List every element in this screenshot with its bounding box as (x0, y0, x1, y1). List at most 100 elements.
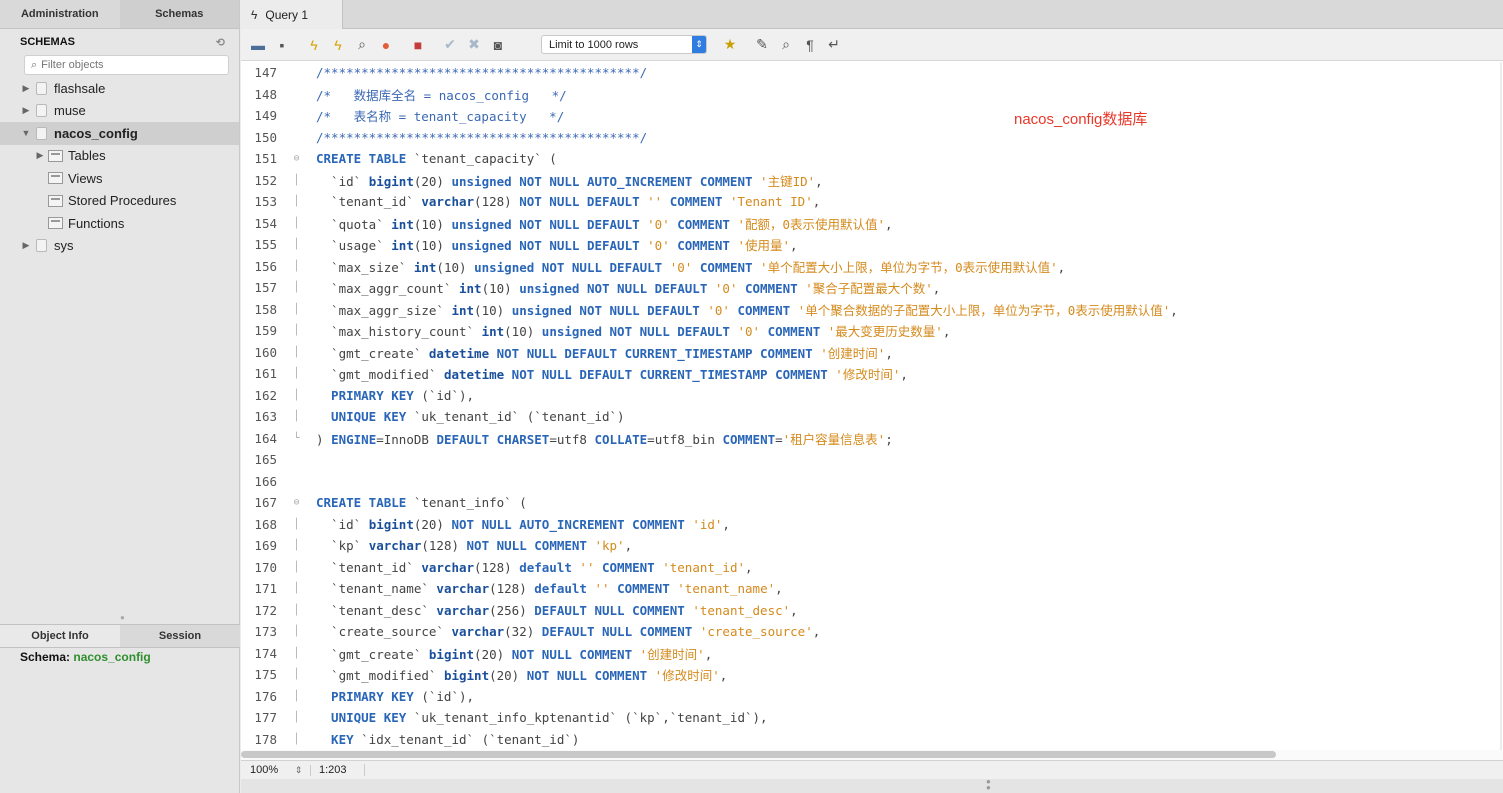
code-token: , (812, 194, 821, 210)
filter-box[interactable]: ⌕ (24, 55, 229, 75)
code-line: 152 │ `id` bigint(20) unsigned NOT NULL A… (241, 170, 1503, 192)
code-token: , (775, 581, 783, 597)
fold-guide: │ (293, 217, 300, 229)
code-line: 172 │ `tenant_desc` varchar(256) DEFAULT … (241, 600, 1503, 622)
code-token: '' (579, 559, 595, 575)
code-text: `tenant_desc` varchar(256) DEFAULT NULL … (316, 603, 798, 618)
info-tabs: Object Info Session (0, 624, 240, 648)
code-token: '创建时间' (820, 345, 886, 361)
tab-administration[interactable]: Administration (0, 0, 120, 28)
tree-item-tables[interactable]: ▶ Tables (0, 145, 239, 168)
line-number: 167 (254, 495, 277, 511)
schema-info: Schema: nacos_config (20, 650, 151, 664)
invisible-chars-icon[interactable]: ¶ (801, 36, 819, 54)
fold-toggle-icon[interactable]: ⊖ (277, 153, 316, 164)
line-number: 177 (254, 710, 277, 726)
schema-label: nacos_config (54, 125, 138, 141)
wrap-lines-icon[interactable]: ↵ (825, 36, 843, 54)
fold-guide: │ (293, 518, 300, 530)
code-text: `max_history_count` int(10) unsigned NOT… (316, 321, 950, 340)
line-number: 176 (254, 688, 277, 704)
autocommit-icon[interactable]: ◙ (489, 36, 507, 54)
code-token: DEFAULT NULL COMMENT (534, 602, 693, 618)
schema-item-muse[interactable]: ▶ muse (0, 100, 239, 123)
refresh-icon[interactable]: ⟲ (216, 36, 225, 49)
code-line: 151 ⊖ CREATE TABLE `tenant_capacity` ( (241, 148, 1503, 170)
disclosure-right-icon[interactable]: ▶ (34, 150, 46, 161)
schema-item-flashsale[interactable]: ▶ flashsale (0, 77, 239, 100)
fold-toggle-icon[interactable]: ⊖ (277, 497, 316, 508)
execute-current-icon[interactable]: ϟ (329, 36, 347, 54)
rollback-icon[interactable]: ✖ (465, 36, 483, 54)
tab-session[interactable]: Session (120, 625, 240, 647)
code-token: int (459, 281, 482, 297)
code-text: /***************************************… (316, 130, 647, 145)
stop-icon[interactable]: ● (377, 36, 395, 54)
explain-icon[interactable]: ⌕ (353, 36, 371, 54)
splitter-grip-icon[interactable]: ● ● (986, 778, 991, 792)
fold-guide: │ (293, 411, 300, 423)
code-token: `gmt_modified` (316, 367, 444, 383)
code-text: `max_aggr_count` int(10) unsigned NOT NU… (316, 278, 940, 297)
line-number: 158 (254, 301, 277, 317)
schema-label: flashsale (54, 80, 106, 96)
limit-rows-select[interactable]: Limit to 1000 rows ⇕ (541, 35, 707, 54)
tree-item-stored-procedures[interactable]: Stored Procedures (0, 190, 239, 213)
zoom-stepper-icon[interactable]: ⇕ (287, 764, 311, 776)
code-line: 150 /************************************… (241, 127, 1503, 149)
add-snippet-icon[interactable]: ★ (721, 36, 739, 54)
code-token: COMMENT (737, 281, 806, 297)
tab-schemas[interactable]: Schemas (119, 0, 239, 28)
disclosure-down-icon[interactable]: ▼ (20, 128, 32, 138)
line-number: 161 (254, 366, 277, 382)
schema-item-nacos-config[interactable]: ▼ nacos_config (0, 122, 239, 145)
code-token: , (704, 646, 713, 662)
code-token: varchar (436, 581, 490, 597)
disclosure-right-icon[interactable]: ▶ (20, 240, 32, 251)
code-token: 'id' (692, 516, 723, 532)
commit-icon[interactable]: ✔ (441, 36, 459, 54)
disclosure-right-icon[interactable]: ▶ (20, 105, 32, 116)
query-area: ϟ Query 1 ▬ ▪ ϟ ϟ ⌕ ● ■ ✔ ✖ ◙ Limit to 1… (241, 0, 1503, 793)
schema-item-sys[interactable]: ▶ sys (0, 235, 239, 258)
disclosure-right-icon[interactable]: ▶ (20, 83, 32, 94)
tab-query-1[interactable]: ϟ Query 1 (241, 0, 343, 29)
horizontal-scrollbar[interactable] (241, 750, 1503, 760)
open-file-icon[interactable]: ▬ (249, 36, 267, 54)
fold-guide: │ (293, 583, 300, 595)
find-icon[interactable]: ⌕ (777, 36, 795, 54)
tree-item-views[interactable]: Views (0, 167, 239, 190)
code-token: CREATE TABLE (316, 151, 414, 167)
code-token: COMMENT (760, 324, 828, 340)
functions-folder-icon (48, 217, 63, 230)
vertical-scrollbar[interactable] (1500, 62, 1502, 750)
code-token: (128) (474, 559, 520, 575)
sql-editor[interactable]: 147 /************************************… (241, 62, 1503, 750)
code-line: 166 (241, 471, 1503, 493)
toggle-error-icon[interactable]: ■ (409, 36, 427, 54)
code-token: `max_size` (316, 259, 414, 275)
filter-objects-input[interactable] (41, 59, 212, 71)
scrollbar-thumb[interactable] (241, 751, 1276, 758)
code-text: `kp` varchar(128) NOT NULL COMMENT 'kp', (316, 538, 632, 553)
code-token: , (815, 173, 823, 189)
limit-rows-value: Limit to 1000 rows (549, 38, 639, 51)
bottom-splitter[interactable]: ● ● (241, 778, 1503, 793)
code-line: 168 │ `id` bigint(20) NOT NULL AUTO_INCRE… (241, 514, 1503, 536)
code-token: `usage` (316, 238, 392, 254)
code-token: '0' (647, 238, 670, 254)
tab-object-info[interactable]: Object Info (0, 625, 120, 647)
execute-icon[interactable]: ϟ (305, 36, 323, 54)
schema-info-value: nacos_config (73, 650, 151, 664)
lightning-icon: ϟ (251, 7, 258, 22)
beautify-icon[interactable]: ✎ (753, 36, 771, 54)
tree-item-functions[interactable]: Functions (0, 212, 239, 235)
code-token: (10) (481, 281, 520, 297)
code-token: COMMENT (594, 559, 663, 575)
database-icon (36, 126, 47, 140)
save-icon[interactable]: ▪ (273, 36, 291, 54)
code-token: bigint (368, 516, 414, 532)
code-line: 159 │ `max_history_count` int(10) unsigne… (241, 320, 1503, 342)
fold-guide: │ (293, 669, 300, 681)
split-handle-icon[interactable]: ● (120, 613, 125, 622)
